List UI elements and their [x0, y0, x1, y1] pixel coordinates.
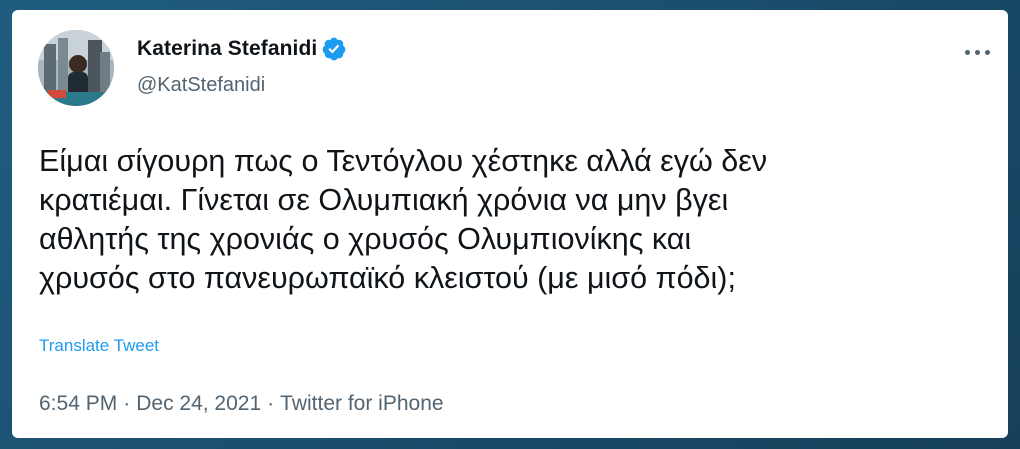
translate-tweet-link[interactable]: Translate Tweet	[39, 336, 159, 356]
tweet-text-line: κρατιέμαι. Γίνεται σε Ολυμπιακή χρόνια ν…	[39, 183, 729, 217]
more-options-icon[interactable]	[960, 42, 994, 62]
tweet-text: Είμαι σίγουρη πως ο Τεντόγλου χέστηκε αλ…	[39, 142, 979, 298]
tweet-source-link[interactable]: Twitter for iPhone	[280, 392, 443, 415]
tweet-text-line: Είμαι σίγουρη πως ο Τεντόγλου χέστηκε αλ…	[39, 144, 768, 178]
tweet-time-link[interactable]: 6:54 PM	[39, 392, 117, 415]
tweet-source: Twitter for iPhone	[280, 392, 444, 415]
tweet-date-link[interactable]: Dec 24, 2021	[136, 392, 261, 415]
tweet-time: 6:54 PM	[39, 392, 118, 415]
author-handle[interactable]: @KatStefanidi	[137, 74, 265, 97]
tweet-text-line: χρυσός στο πανευρωπαϊκό κλειστού (με μισ…	[39, 261, 736, 295]
author-display-name[interactable]: Katerina Stefanidi	[137, 37, 317, 61]
tweet-metadata: 6:54 PM · Dec 24, 2021 · Twitter for iPhone	[39, 392, 444, 416]
more-dot	[974, 49, 980, 55]
tweet-card: Katerina Stefanidi @KatStefanidi Είμαι σ…	[12, 10, 1008, 438]
more-dot	[984, 49, 990, 55]
author-avatar[interactable]	[38, 30, 114, 106]
tweet-date: Dec 24, 2021	[136, 392, 262, 415]
verified-badge-icon	[322, 37, 346, 61]
tweet-text-line: αθλητής της χρονιάς ο χρυσός Ολυμπιονίκη…	[39, 222, 692, 256]
meta-separator: ·	[123, 392, 131, 415]
screenshot-frame: Katerina Stefanidi @KatStefanidi Είμαι σ…	[0, 0, 1020, 449]
more-dot	[964, 49, 970, 55]
meta-separator: ·	[267, 392, 275, 415]
avatar-photo-icon	[38, 30, 114, 106]
